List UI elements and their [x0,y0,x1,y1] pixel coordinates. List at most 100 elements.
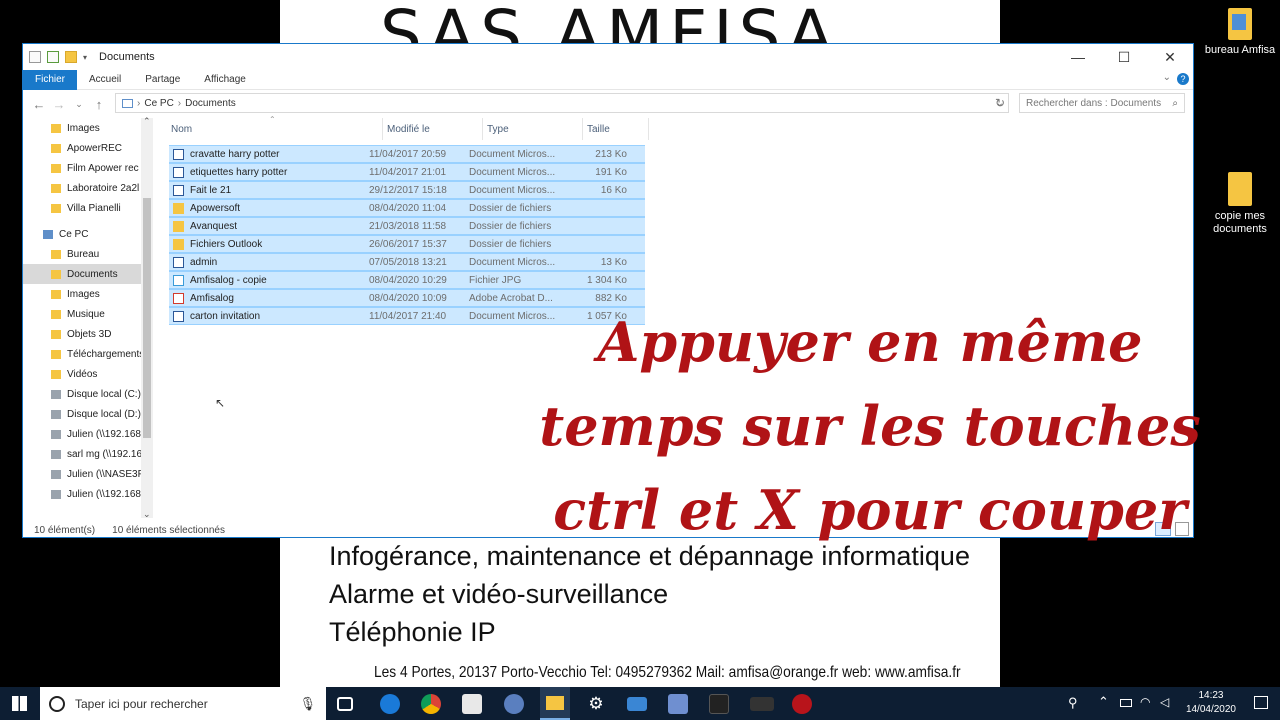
help-icon[interactable]: ? [1177,73,1189,85]
column-header-modifie[interactable]: Modifié le [383,118,483,140]
desktop-icon-copie-mes-documents[interactable]: copie mes documents [1200,172,1280,236]
navigation-scrollbar[interactable]: ⌃ ⌄ [141,116,153,520]
close-button[interactable]: ✕ [1147,44,1193,70]
record-icon[interactable] [792,694,812,714]
file-row[interactable]: Fait le 21 29/12/2017 15:18 Document Micro… [169,181,645,199]
sidebar-item[interactable]: Images [23,284,153,304]
wifi-icon[interactable]: ◠ [1140,695,1150,709]
refresh-icon[interactable]: ↻ [995,96,1005,110]
sidebar-item[interactable]: sarl mg (\\192.16 [23,444,153,464]
recent-locations-icon[interactable]: ⌄ [69,99,89,110]
sidebar-item-label: Images [67,122,100,134]
sidebar-item[interactable]: Vidéos [23,364,153,384]
mail-icon[interactable] [627,697,647,711]
clock[interactable]: 14:23 14/04/2020 [1186,689,1236,717]
drive-icon [51,449,61,459]
forward-arrow-icon[interactable]: → [49,97,69,112]
app-f-icon[interactable] [709,694,729,714]
volume-icon[interactable]: ◁ [1160,695,1169,709]
scrollbar-thumb[interactable] [143,198,151,438]
file-name-cell: Amfisalog - copie [169,274,369,286]
tab-fichier[interactable]: Fichier [23,69,78,90]
file-name: Avanquest [190,220,238,232]
column-header-taille[interactable]: Taille [583,118,649,140]
sidebar-item-label: sarl mg (\\192.16 [67,448,143,460]
sidebar-item[interactable]: Musique [23,304,153,324]
chevron-down-icon[interactable]: ▾ [83,53,87,62]
file-type: Dossier de fichiers [469,220,552,232]
file-row[interactable]: Avanquest 21/03/2018 11:58 Dossier de fich… [169,217,645,235]
file-row[interactable]: cravatte harry potter 11/04/2017 20:59 Doc… [169,145,645,163]
checkmark-icon[interactable] [47,51,59,63]
back-arrow-icon[interactable]: ← [29,97,49,112]
up-arrow-icon[interactable]: ↑ [89,97,109,112]
sidebar-item[interactable]: Villa Pianelli [23,198,153,218]
file-row[interactable]: etiquettes harry potter 11/04/2017 21:01 D… [169,163,645,181]
sidebar-item[interactable]: Bureau [23,244,153,264]
microphone-icon[interactable]: 🎙 [299,696,316,712]
file-type: Dossier de fichiers [469,238,552,250]
column-header-type[interactable]: Type [483,118,583,140]
maximize-button[interactable]: ☐ [1101,44,1147,70]
store-icon[interactable] [462,694,482,714]
file-name-cell: Fichiers Outlook [169,238,369,250]
file-row[interactable]: Apowersoft 08/04/2020 11:04 Dossier de fic… [169,199,645,217]
folder-icon [51,143,61,153]
file-row[interactable]: admin 07/05/2018 13:21 Document Micros... 1… [169,253,645,271]
doc-file-icon [173,166,184,178]
address-bar[interactable]: › Ce PC › Documents ⌄ [115,93,1009,113]
tab-partage[interactable]: Partage [133,70,192,90]
file-explorer-taskbar-button[interactable] [540,687,570,720]
sidebar-item[interactable]: Téléchargements [23,344,153,364]
sidebar-item[interactable]: Disque local (D:) [23,404,153,424]
taskbar-search-box[interactable]: Taper ici pour rechercher 🎙 [40,687,326,720]
properties-icon[interactable] [29,51,41,63]
folder-icon [51,369,61,379]
new-folder-icon[interactable] [65,51,77,63]
sidebar-item-label: Laboratoire 2a2l [67,182,140,194]
folder-icon [51,309,61,319]
edge-icon[interactable] [380,694,400,714]
minimize-button[interactable]: — [1055,44,1101,70]
sidebar-item[interactable]: Objets 3D [23,324,153,344]
clock-time: 14:23 [1198,690,1224,701]
sidebar-item[interactable]: Ce PC [23,224,153,244]
search-input[interactable]: Rechercher dans : Documents ⌕ [1019,93,1185,113]
mouse-cursor-icon: ↖ [215,396,226,410]
notifications-icon[interactable] [1254,696,1268,709]
desktop-icon-bureau-amfisa[interactable]: bureau Amfisa [1200,8,1280,57]
chrome-icon[interactable] [421,694,441,714]
network-app-icon[interactable] [668,694,688,714]
sidebar-item-label: Disque local (C:) [67,388,141,400]
sidebar-item[interactable]: Julien (\\192.168 [23,484,153,504]
sidebar-item[interactable]: ApowerREC [23,138,153,158]
app-icon[interactable] [504,694,524,714]
windows-start-icon[interactable] [12,696,27,711]
breadcrumb-ce-pc[interactable]: Ce PC [144,98,173,109]
sidebar-item[interactable]: Laboratoire 2a2l [23,178,153,198]
title-bar[interactable]: ▾ Documents — ☐ ✕ [23,44,1193,70]
settings-gear-icon[interactable]: ⚙ [586,694,606,714]
tab-affichage[interactable]: Affichage [192,70,258,90]
scroll-down-icon[interactable]: ⌄ [143,509,151,520]
sidebar-item[interactable]: Julien (\\NASE3F [23,464,153,484]
sidebar-item[interactable]: Julien (\\192.168 [23,424,153,444]
task-view-icon[interactable] [337,697,353,711]
scroll-up-icon[interactable]: ⌃ [143,116,151,127]
search-icon: ⌕ [1172,97,1178,109]
sidebar-item[interactable]: Disque local (C:) [23,384,153,404]
gopro-icon[interactable] [750,697,774,711]
sidebar-item[interactable]: Documents [23,264,153,284]
selection-count: 10 éléments sélectionnés [112,524,225,536]
sidebar-item[interactable]: Images [23,118,153,138]
desktop-icon-label: copie mes documents [1213,210,1267,235]
battery-icon[interactable] [1120,699,1132,707]
people-icon[interactable]: ⚲ [1068,695,1078,711]
tab-accueil[interactable]: Accueil [77,70,133,90]
file-row[interactable]: Amfisalog - copie 08/04/2020 10:29 Fichier… [169,271,645,289]
sidebar-item[interactable]: Film Apower rec [23,158,153,178]
breadcrumb-documents[interactable]: Documents [185,98,236,109]
file-row[interactable]: Fichiers Outlook 26/06/2017 15:37 Dossier … [169,235,645,253]
tray-chevron-up-icon[interactable]: ⌃ [1098,694,1109,710]
expand-ribbon-icon[interactable]: ⌄ [1163,72,1171,83]
